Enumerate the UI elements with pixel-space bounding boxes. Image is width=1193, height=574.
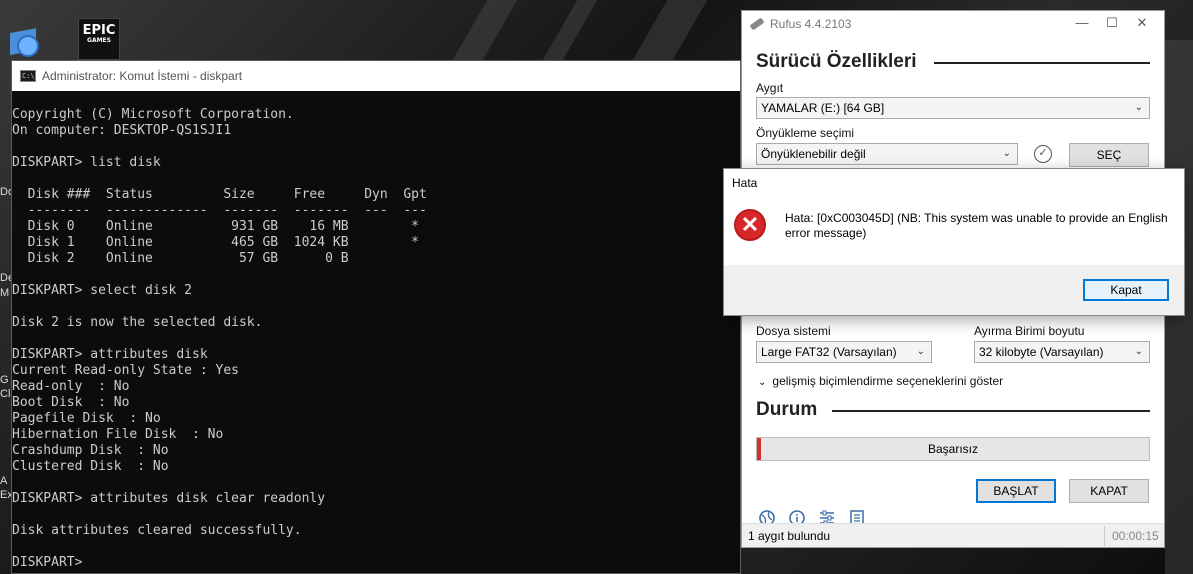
cmd-window[interactable]: C:\ Administrator: Komut İstemi - diskpa… bbox=[11, 60, 741, 574]
maximize-icon[interactable]: ☐ bbox=[1097, 15, 1127, 31]
file-system-label: Dosya sistemi bbox=[756, 324, 831, 338]
file-system-value: Large FAT32 (Varsayılan) bbox=[761, 345, 897, 359]
chevron-down-icon: ⌄ bbox=[1134, 102, 1143, 113]
error-message: Hata: [0xC003045D] (NB: This system was … bbox=[785, 211, 1168, 240]
chevron-down-icon: ⌄ bbox=[758, 377, 767, 388]
heading-divider bbox=[832, 410, 1150, 412]
console-line: Read-only : No bbox=[12, 379, 130, 394]
error-dialog-title: Hata bbox=[732, 176, 758, 190]
console-line: -------- ------------- ------- ------- -… bbox=[12, 203, 427, 218]
background-stripe bbox=[542, 0, 598, 60]
advanced-format-toggle[interactable]: ⌄ gelişmiş biçimlendirme seçeneklerini gö… bbox=[758, 374, 1003, 388]
console-line: On computer: DESKTOP-QS1SJI1 bbox=[12, 123, 232, 138]
progress-status-text: Başarısız bbox=[927, 442, 978, 456]
cluster-size-select[interactable]: 32 kilobyte (Varsayılan) ⌄ bbox=[974, 341, 1150, 363]
console-line: DISKPART> select disk 2 bbox=[12, 283, 193, 298]
cmd-title-bar[interactable]: C:\ Administrator: Komut İstemi - diskpa… bbox=[12, 61, 740, 91]
console-line: Disk 2 Online 57 GB 0 B bbox=[12, 251, 349, 266]
console-line: DISKPART> list disk bbox=[12, 155, 161, 170]
minimize-icon[interactable]: — bbox=[1067, 15, 1097, 30]
console-line: DISKPART> attributes disk bbox=[12, 347, 208, 362]
console-line: DISKPART> bbox=[12, 555, 83, 570]
console-line: DISKPART> attributes disk clear readonly bbox=[12, 491, 326, 506]
status-progress-bar: Başarısız bbox=[756, 437, 1150, 461]
console-line: Clustered Disk : No bbox=[12, 459, 169, 474]
usb-drive-icon bbox=[749, 17, 765, 31]
chevron-down-icon: ⌄ bbox=[1134, 346, 1143, 357]
console-line: Crashdump Disk : No bbox=[12, 443, 169, 458]
cluster-size-value: 32 kilobyte (Varsayılan) bbox=[979, 345, 1104, 359]
device-selected-value: YAMALAR (E:) [64 GB] bbox=[761, 101, 885, 115]
boot-selection-select[interactable]: Önyüklenebilir değil ⌄ bbox=[756, 143, 1018, 165]
device-label: Aygıt bbox=[756, 81, 784, 95]
error-dialog[interactable]: Hata ✕ Hata: [0xC003045D] (NB: This syst… bbox=[723, 168, 1185, 316]
console-line: Hibernation File Disk : No bbox=[12, 427, 224, 442]
boot-selection-label: Önyükleme seçimi bbox=[756, 126, 855, 140]
status-devices-found: 1 aygıt bulundu bbox=[748, 529, 831, 543]
dialog-close-button[interactable]: Kapat bbox=[1083, 279, 1169, 301]
cmd-window-title: Administrator: Komut İstemi - diskpart bbox=[42, 69, 243, 83]
console-line: Pagefile Disk : No bbox=[12, 411, 161, 426]
error-dialog-body: ✕ Hata: [0xC003045D] (NB: This system wa… bbox=[724, 197, 1184, 265]
console-line: Current Read-only State : Yes bbox=[12, 363, 239, 378]
console-line: Disk 1 Online 465 GB 1024 KB * bbox=[12, 235, 419, 250]
desktop-icon-label[interactable]: A bbox=[0, 475, 7, 487]
select-image-button[interactable]: SEÇ bbox=[1069, 143, 1149, 167]
console-line: Disk 0 Online 931 GB 16 MB * bbox=[12, 219, 419, 234]
boot-selected-value: Önyüklenebilir değil bbox=[761, 147, 866, 161]
drive-properties-heading: Sürücü Özellikleri bbox=[756, 51, 917, 72]
console-line: Disk attributes cleared successfully. bbox=[12, 523, 302, 538]
cmd-console-output[interactable]: Copyright (C) Microsoft Corporation. On c… bbox=[12, 107, 742, 571]
cmd-app-icon: C:\ bbox=[20, 70, 36, 82]
heading-divider bbox=[934, 62, 1150, 64]
cluster-size-label: Ayırma Birimi boyutu bbox=[974, 324, 1085, 338]
desktop-icon-label[interactable]: Cl bbox=[0, 388, 10, 400]
console-line: Disk 2 is now the selected disk. bbox=[12, 315, 263, 330]
chevron-down-icon: ⌄ bbox=[916, 346, 925, 357]
start-button[interactable]: BAŞLAT bbox=[976, 479, 1056, 503]
close-button[interactable]: KAPAT bbox=[1069, 479, 1149, 503]
background-stripe bbox=[452, 0, 518, 60]
chevron-down-icon: ⌄ bbox=[1002, 148, 1011, 159]
error-dialog-footer: Kapat bbox=[724, 265, 1184, 315]
epic-games-desktop-icon[interactable]: EPIC GAMES bbox=[78, 18, 120, 60]
background-stripe bbox=[632, 0, 708, 60]
console-line: Disk ### Status Size Free Dyn Gpt bbox=[12, 187, 427, 202]
desktop-icon-label[interactable]: M bbox=[0, 287, 9, 299]
desktop-icon-label[interactable]: G bbox=[0, 374, 9, 386]
rufus-title-bar[interactable]: Rufus 4.4.2103 — ☐ ✕ bbox=[742, 11, 1164, 37]
check-hash-icon[interactable]: ✓ bbox=[1034, 145, 1052, 163]
close-icon[interactable]: ✕ bbox=[1127, 15, 1157, 31]
console-line: Copyright (C) Microsoft Corporation. bbox=[12, 107, 294, 122]
epic-logo-text: EPIC bbox=[82, 23, 116, 38]
epic-logo-subtext: GAMES bbox=[87, 37, 111, 44]
error-icon: ✕ bbox=[734, 209, 766, 241]
rufus-status-bar: 1 aygıt bulundu 00:00:15 bbox=[742, 523, 1164, 547]
rufus-window-title: Rufus 4.4.2103 bbox=[770, 17, 852, 31]
status-elapsed-time: 00:00:15 bbox=[1112, 529, 1159, 543]
progress-fill bbox=[757, 438, 761, 460]
status-heading: Durum bbox=[756, 399, 818, 420]
status-separator bbox=[1104, 526, 1105, 546]
file-system-select[interactable]: Large FAT32 (Varsayılan) ⌄ bbox=[756, 341, 932, 363]
device-select[interactable]: YAMALAR (E:) [64 GB] ⌄ bbox=[756, 97, 1150, 119]
advanced-format-toggle-label: gelişmiş biçimlendirme seçeneklerini gös… bbox=[772, 374, 1004, 388]
console-line: Boot Disk : No bbox=[12, 395, 130, 410]
